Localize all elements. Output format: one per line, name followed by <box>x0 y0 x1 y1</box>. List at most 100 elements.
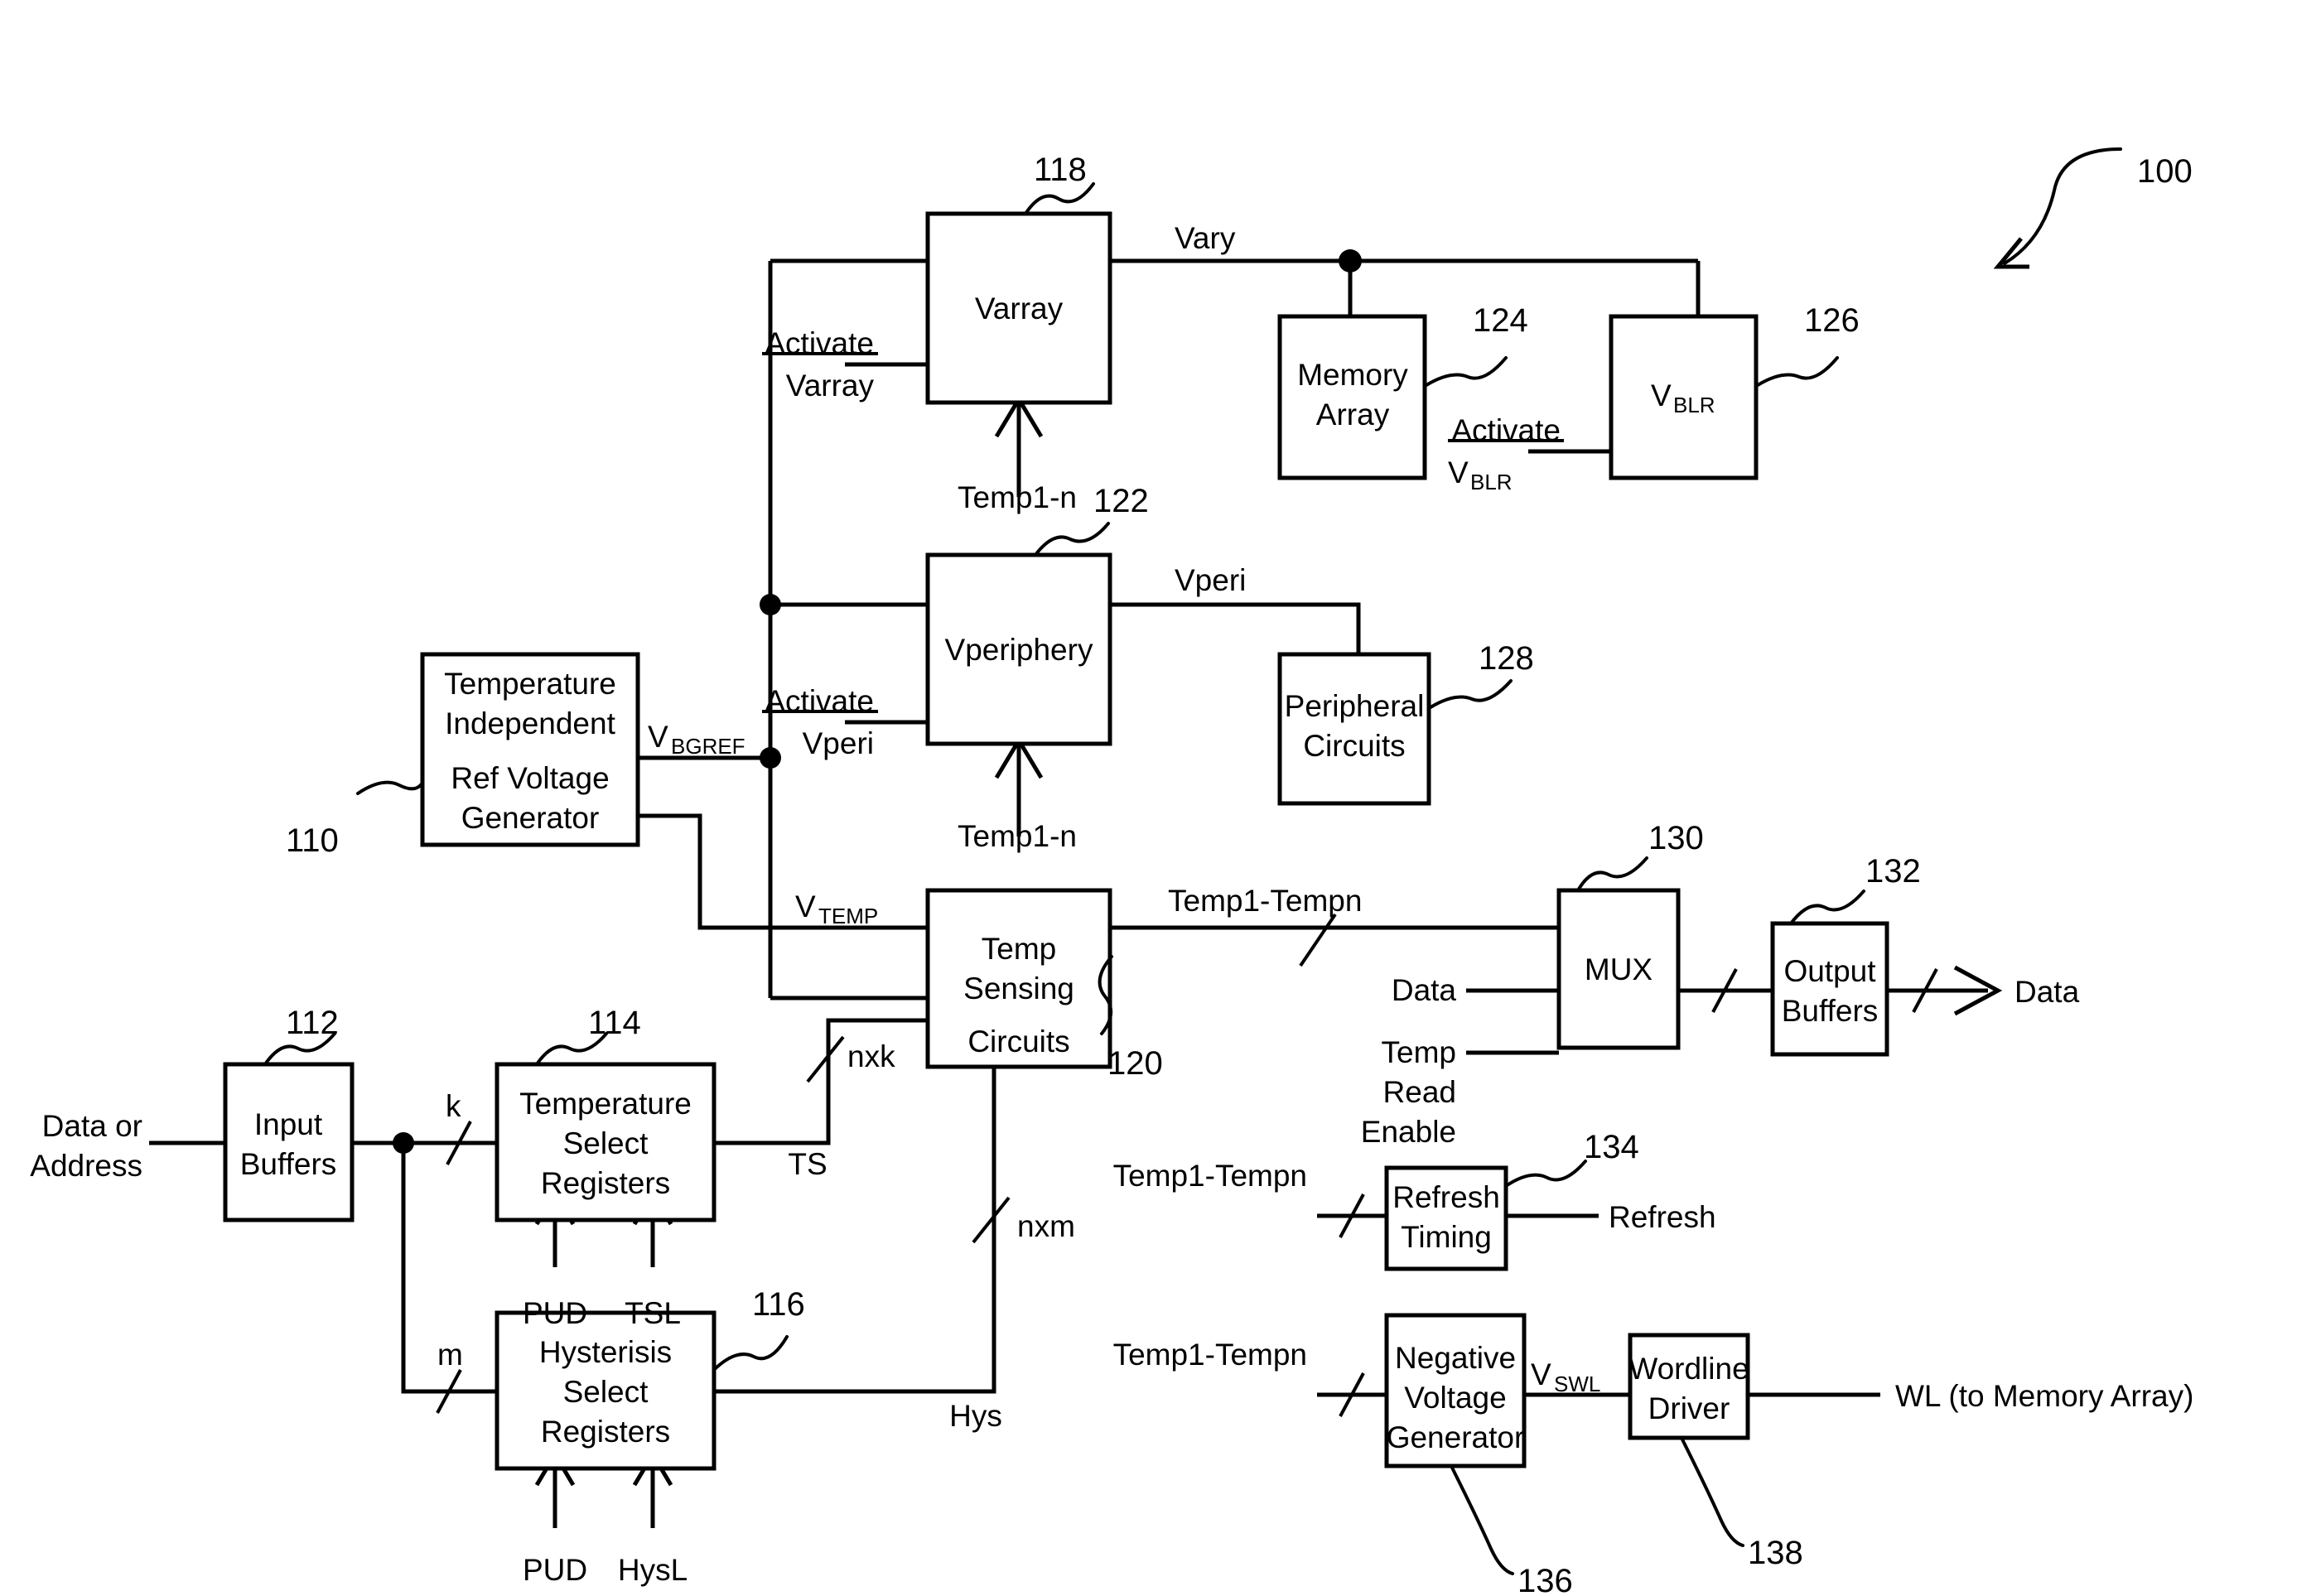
signal-tsl: TSL <box>625 1296 681 1330</box>
ref-136: 136 <box>1517 1563 1573 1596</box>
junction-dot-vbgref-input <box>760 747 781 769</box>
signal-bus-nxm: nxm <box>1017 1209 1075 1243</box>
ref-132: 132 <box>1865 853 1921 890</box>
label-vblr-subscript: BLR <box>1673 393 1715 417</box>
signal-data-out: Data <box>2014 975 2080 1009</box>
label-hyssel-line2: Select <box>563 1375 649 1409</box>
label-mux: MUX <box>1585 952 1653 986</box>
patent-figure-canvas: 100 Varray 118 Memory Array 124 V BLR 12… <box>0 0 2316 1596</box>
ref-118: 118 <box>1034 152 1087 188</box>
signal-temp-read-enable-line2: Read <box>1383 1075 1456 1109</box>
label-refgen-line4: Generator <box>461 801 600 835</box>
label-refgen-line2: Independent <box>445 706 615 740</box>
label-wordline-line1: Wordline <box>1628 1352 1749 1386</box>
wire-hys-nxm-to-tempsense <box>714 1067 996 1394</box>
signal-temp-read-enable-line1: Temp <box>1382 1035 1456 1069</box>
label-tempsel-line2: Select <box>563 1126 649 1160</box>
label-inbuf-line1: Input <box>254 1107 323 1141</box>
signal-temp1n-vperiphery: Temp1-n <box>958 819 1077 853</box>
signal-vary: Vary <box>1175 221 1236 255</box>
signal-temp1n-varray: Temp1-n <box>958 480 1077 514</box>
signal-ts: TS <box>788 1147 827 1181</box>
signal-vswl-main: V <box>1531 1357 1551 1391</box>
label-peripheral-line2: Circuits <box>1303 729 1405 763</box>
signal-temp1tempn-refresh: Temp1-Tempn <box>1113 1159 1307 1193</box>
signal-refresh-out: Refresh <box>1609 1200 1716 1234</box>
signal-activate-varray-line1: Activate <box>765 326 874 360</box>
label-hyssel-line3: Registers <box>541 1415 670 1449</box>
signal-wl-out: WL (to Memory Array) <box>1895 1379 2193 1413</box>
signal-activate-vperi-line2: Vperi <box>803 726 874 760</box>
wire-vperi-to-peripheral <box>1110 602 1361 654</box>
signal-vtemp-main: V <box>795 890 816 923</box>
leader-122 <box>1034 522 1110 557</box>
ref-114: 114 <box>588 1005 641 1041</box>
signal-data-or-address-line2: Address <box>30 1149 142 1183</box>
label-outbuf-line2: Buffers <box>1782 994 1879 1028</box>
signal-activate-varray-line2: Varray <box>786 369 875 403</box>
signal-data-in-mux: Data <box>1392 973 1457 1007</box>
label-refgen-line3: Ref Voltage <box>451 761 609 795</box>
signal-activate-vblr-line2-main: V <box>1448 456 1469 489</box>
signal-bus-m: m <box>437 1338 463 1372</box>
leader-138 <box>1680 1436 1744 1547</box>
label-varray: Varray <box>975 292 1064 325</box>
label-tempsense-line2: Sensing <box>963 972 1074 1005</box>
label-refgen-line1: Temperature <box>444 667 616 701</box>
label-vblr-main: V <box>1651 379 1672 412</box>
block-diagram: 100 Varray 118 Memory Array 124 V BLR 12… <box>30 147 2193 1596</box>
label-peripheral-line1: Peripheral <box>1285 689 1425 723</box>
signal-hysl: HysL <box>618 1553 688 1587</box>
label-tempsel-line1: Temperature <box>519 1087 692 1121</box>
label-refresh-line1: Refresh <box>1392 1180 1500 1214</box>
bus-slash-nxk <box>806 1035 845 1083</box>
leader-124 <box>1425 356 1508 387</box>
label-outbuf-line1: Output <box>1783 954 1876 988</box>
signal-temp1tempn-mux: Temp1-Tempn <box>1168 884 1362 918</box>
ref-126: 126 <box>1804 302 1860 339</box>
ref-130: 130 <box>1648 820 1704 856</box>
leader-132 <box>1789 890 1865 925</box>
wire-ts-nxk-to-tempsense <box>714 1018 928 1145</box>
label-tempsel-line3: Registers <box>541 1166 670 1200</box>
label-inbuf-line2: Buffers <box>240 1147 337 1181</box>
leader-110 <box>356 780 424 795</box>
label-tempsense-line1: Temp <box>982 932 1056 966</box>
arrowhead-100 <box>1993 237 2029 269</box>
junction-dot-vbgref-vperiphery <box>760 594 781 615</box>
ref-110: 110 <box>286 822 339 859</box>
signal-vbgref-sub: BGREF <box>671 734 745 759</box>
label-negvolt-line1: Negative <box>1395 1341 1516 1375</box>
leader-136 <box>1450 1464 1514 1575</box>
signal-vtemp-sub: TEMP <box>818 904 878 928</box>
bus-slash-temp1tempn-mux <box>1299 913 1337 967</box>
leader-130 <box>1576 856 1648 892</box>
ref-124: 124 <box>1473 302 1528 339</box>
label-memory-array-line1: Memory <box>1297 358 1408 392</box>
leader-128 <box>1429 679 1513 709</box>
signal-activate-vblr-line1: Activate <box>1451 413 1561 447</box>
signal-pud-hyssel: PUD <box>523 1553 587 1587</box>
leader-116 <box>714 1335 789 1370</box>
ref-122: 122 <box>1093 483 1149 519</box>
ref-134: 134 <box>1584 1129 1639 1165</box>
signal-vbgref-main: V <box>648 720 668 754</box>
signal-activate-vperi-line1: Activate <box>765 684 874 718</box>
ref-120: 120 <box>1107 1045 1163 1082</box>
signal-bus-k: k <box>446 1089 461 1123</box>
signal-vswl-sub: SWL <box>1554 1372 1600 1396</box>
label-tempsense-line3: Circuits <box>967 1025 1069 1058</box>
leader-134 <box>1504 1160 1587 1188</box>
ref-138: 138 <box>1748 1535 1803 1571</box>
leader-100-arrow <box>2003 147 2122 265</box>
block-input-buffers[interactable] <box>223 1062 355 1222</box>
signal-data-or-address-line1: Data or <box>42 1109 142 1143</box>
label-negvolt-line3: Generator <box>1387 1420 1525 1454</box>
label-wordline-line2: Driver <box>1648 1391 1730 1425</box>
ref-100: 100 <box>2137 153 2193 190</box>
signal-pud-tempsel: PUD <box>523 1296 587 1330</box>
ref-128: 128 <box>1479 640 1534 677</box>
signal-vperi: Vperi <box>1175 563 1246 597</box>
label-vperiphery: Vperiphery <box>945 633 1093 667</box>
block-output-buffers[interactable] <box>1770 921 1889 1057</box>
